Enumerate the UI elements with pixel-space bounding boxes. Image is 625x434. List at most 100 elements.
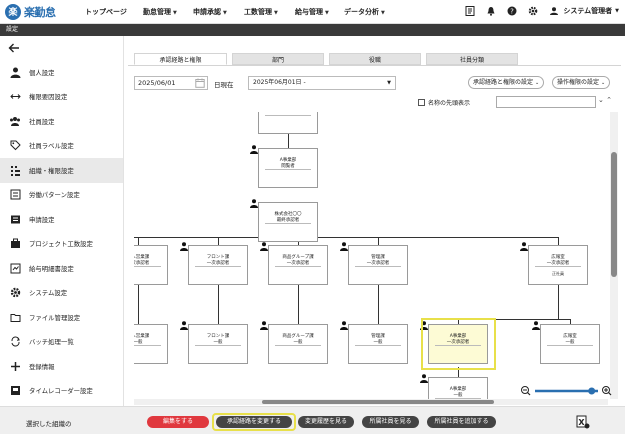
node-divider — [134, 345, 161, 346]
batch-icon — [9, 336, 21, 348]
sidebar-item-6[interactable]: 申請設定 — [0, 207, 123, 232]
connector — [218, 284, 219, 324]
user-name[interactable]: システム管理者 — [563, 6, 612, 16]
vertical-scroll-thumb[interactable] — [611, 152, 617, 277]
sidebar-item-13[interactable]: タイムレコーダー設定 — [0, 379, 123, 404]
checkbox-box[interactable] — [418, 99, 425, 106]
gear-icon[interactable] — [527, 5, 539, 17]
chevron-down-icon: ⌄ — [534, 80, 540, 86]
person-icon — [180, 236, 188, 251]
org-node[interactable]: 法人営業課一般 — [134, 324, 168, 364]
horizontal-scroll-thumb[interactable] — [262, 400, 494, 404]
sidebar: 個人設定権限要因設定社員設定 社員ラベル設定 組織・権限設定 労働パターン設定 申請設定… — [0, 36, 124, 406]
tab-divider — [128, 65, 621, 66]
tab-approval-route[interactable]: 承認経路と権限 — [134, 53, 227, 65]
tab-position[interactable]: 役職 — [329, 53, 421, 65]
search-input[interactable] — [496, 96, 596, 108]
report-icon[interactable] — [464, 5, 476, 17]
person-icon — [9, 66, 21, 78]
nav-approval[interactable]: 申請承認 ▼ — [193, 7, 244, 17]
view-members-button[interactable]: 所属社員を見る — [362, 416, 419, 428]
org-node[interactable]: フロント課 一次承認者 — [188, 245, 248, 285]
nav-top[interactable]: トップページ — [85, 7, 143, 17]
sidebar-item-5[interactable]: 労働パターン設定 — [0, 183, 123, 208]
sidebar-item-2[interactable]: 社員設定 — [0, 109, 123, 134]
person-icon — [520, 236, 528, 251]
node-sub: 正社員 — [552, 271, 564, 276]
zoom-slider-knob[interactable] — [588, 387, 596, 395]
node-divider — [195, 266, 241, 267]
sidebar-item-8[interactable]: 給与明細書設定 — [0, 256, 123, 281]
org-node[interactable]: 管理課 一次承認者 — [348, 245, 408, 285]
tab-employee-class[interactable]: 社員分類 — [426, 53, 518, 65]
org-node[interactable]: 広報室 一般 — [540, 324, 600, 364]
zoom-control — [520, 382, 614, 396]
node-divider — [547, 345, 593, 346]
org-node[interactable]: 法人営業課一次承認者 — [134, 245, 168, 285]
nav-attendance[interactable]: 勤怠管理 ▼ — [143, 7, 193, 17]
group-icon — [9, 115, 21, 127]
recorder-icon — [9, 385, 21, 397]
chevron-down-icon: ⌄ — [600, 80, 606, 86]
excel-export-icon[interactable]: X — [576, 415, 590, 429]
zoom-out-icon[interactable] — [521, 386, 531, 396]
sidebar-item-4[interactable]: 組織・権限設定 — [0, 158, 123, 183]
sidebar-item-0[interactable]: 個人設定 — [0, 60, 123, 85]
highlight-frame — [212, 413, 296, 431]
node-divider — [535, 266, 581, 267]
connector — [298, 284, 299, 324]
logo-mark-icon: 楽 — [5, 3, 21, 20]
sidebar-item-10[interactable]: ファイル管理設定 — [0, 305, 123, 330]
payslip-icon — [9, 262, 21, 274]
horizontal-scrollbar[interactable] — [134, 399, 608, 405]
chevron-down-icon[interactable]: ▼ — [615, 8, 619, 14]
list-icon — [9, 189, 21, 201]
zoom-in-icon[interactable] — [602, 386, 612, 396]
org-node[interactable]: 管理課 一般 — [348, 324, 408, 364]
period-select[interactable]: 2025年06月01日 - ▼ — [248, 76, 396, 90]
change-history-button[interactable]: 変更履歴を見る — [298, 416, 354, 428]
org-node[interactable]: 商品グループ課 一次承認者 — [268, 245, 328, 285]
gear-icon — [9, 287, 21, 299]
chevron-down-icon: ▼ — [173, 9, 177, 16]
calendar-icon[interactable] — [195, 78, 205, 88]
svg-text:X: X — [578, 418, 585, 427]
back-arrow-icon[interactable] — [0, 36, 123, 60]
nav-analytics[interactable]: データ分析 ▼ — [344, 7, 402, 17]
plus-icon — [9, 360, 21, 372]
chevron-down-icon[interactable]: ⌄ — [598, 96, 604, 104]
sidebar-item-1[interactable]: 権限要因設定 — [0, 85, 123, 110]
org-node[interactable]: 商品グループ課 一般 — [268, 324, 328, 364]
sidebar-item-7[interactable]: プロジェクト工数設定 — [0, 232, 123, 257]
app-logo[interactable]: 楽 楽勤怠 — [5, 3, 79, 20]
org-node[interactable]: 閲覧者 — [258, 112, 318, 134]
vertical-scrollbar[interactable] — [610, 112, 618, 399]
operation-settings-button[interactable]: 操作権限の設定 ⌄ — [552, 76, 611, 89]
action-footer: 選択した組織の 編集をする 承認経路を変更する 変更履歴を見る 所属社員を見る … — [0, 406, 625, 434]
chevron-up-icon[interactable]: ⌃ — [606, 96, 612, 104]
person-icon — [260, 315, 268, 330]
node-divider — [134, 266, 161, 267]
edit-button[interactable]: 編集をする — [147, 416, 209, 428]
approval-settings-button[interactable]: 承認経路と権限の設定 ⌄ — [468, 76, 545, 89]
sidebar-item-3[interactable]: 社員ラベル設定 — [0, 134, 123, 159]
connector — [378, 284, 379, 324]
add-members-button[interactable]: 所属社員を追加する — [427, 416, 496, 428]
sidebar-item-11[interactable]: バッチ処理一覧 — [0, 330, 123, 355]
nav-manhours[interactable]: 工数管理 ▼ — [244, 7, 295, 17]
sidebar-item-label: タイムレコーダー設定 — [29, 387, 93, 396]
help-icon[interactable]: ? — [506, 5, 518, 17]
org-node[interactable]: フロント課 一般 — [188, 324, 248, 364]
sidebar-item-9[interactable]: システム設定 — [0, 281, 123, 306]
bell-icon[interactable] — [485, 5, 497, 17]
org-node[interactable]: 広報室 一次承認者 正社員 — [528, 245, 588, 285]
tab-department[interactable]: 部門 — [232, 53, 324, 65]
show-first-name-checkbox[interactable]: 名称の先頭表示 — [418, 98, 470, 107]
sidebar-item-label: 権限要因設定 — [29, 93, 68, 102]
org-node[interactable]: A事業部 閲覧者 — [258, 148, 318, 188]
date-input[interactable]: 2025/06/01 — [134, 76, 208, 90]
nav-payroll[interactable]: 給与管理 ▼ — [295, 7, 344, 17]
sidebar-item-12[interactable]: 登録情報 — [0, 354, 123, 379]
user-icon — [548, 5, 560, 17]
chevron-down-icon: ▼ — [223, 9, 227, 16]
